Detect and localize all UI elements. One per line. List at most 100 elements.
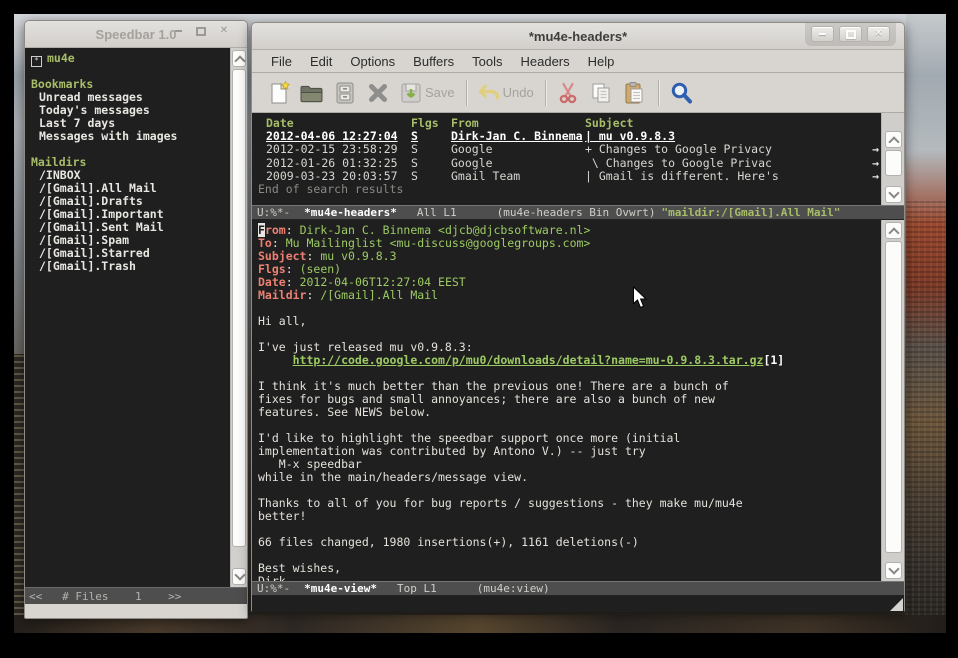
copy-button[interactable] (588, 80, 614, 106)
menu-tools[interactable]: Tools (463, 52, 511, 71)
menu-bar: FileEditOptionsBuffersToolsHeadersHelp (252, 50, 904, 73)
modeline-buffer-name: *mu4e-headers* (304, 206, 397, 219)
speedbar-scroll-thumb[interactable] (232, 69, 246, 547)
undo-button[interactable]: Undo (476, 80, 534, 106)
speedbar-minimize-button[interactable] (169, 24, 187, 38)
toolbar-separator (658, 80, 659, 106)
blank-line (258, 549, 881, 562)
minimize-button[interactable] (811, 26, 834, 42)
toolbar-separator (466, 80, 467, 106)
wallpaper-buildings-right (906, 14, 946, 633)
menu-help[interactable]: Help (579, 52, 624, 71)
body-line: better! (258, 510, 881, 523)
main-titlebar[interactable]: *mu4e-headers* ✕ (252, 23, 904, 50)
view-scroll-thumb[interactable] (885, 241, 902, 553)
toolbar-separator (545, 80, 546, 106)
scroll-up-icon[interactable] (232, 50, 246, 67)
download-link[interactable]: http://code.google.com/p/mu0/downloads/d… (293, 353, 764, 367)
header-row[interactable]: 2009-03-23 20:03:57SGmail Team| Gmail is… (252, 170, 881, 183)
message-view: From: Dirk-Jan C. Binnema <djcb@djcbsoft… (252, 220, 881, 581)
column-from[interactable]: From (451, 117, 585, 130)
headers-column-row: Date Flgs From Subject (252, 117, 881, 130)
menu-headers[interactable]: Headers (511, 52, 578, 71)
scroll-down-icon[interactable] (232, 568, 246, 585)
message-field-subject: Subject: mu v0.9.8.3 (258, 250, 881, 263)
menu-edit[interactable]: Edit (301, 52, 341, 71)
modeline-modes: (mu4e:view) (477, 582, 550, 595)
body-line: Dirk. (258, 575, 881, 581)
headers-pane: Date Flgs From Subject 2012-04-06 12:27:… (252, 113, 881, 205)
undo-icon (476, 80, 502, 106)
modeline-flags: U:%*- (257, 206, 290, 219)
scroll-up-icon[interactable] (885, 131, 902, 148)
body-line: 66 files changed, 1980 insertions(+), 11… (258, 536, 881, 549)
speedbar-item[interactable]: Messages with images (31, 130, 230, 143)
modeline-modes: (mu4e-headers Bin Ovwrt) (497, 206, 656, 219)
echo-area (252, 596, 904, 612)
speedbar-root-item[interactable]: *mu4e (31, 52, 230, 65)
speedbar-close-button[interactable]: ✕ (215, 24, 233, 38)
body-line: Thanks to all of you for bug reports / s… (258, 497, 881, 510)
speedbar-window: Speedbar 1.0 ✕ *mu4e BookmarksUnread mes… (24, 20, 248, 619)
column-flgs[interactable]: Flgs (411, 117, 451, 130)
modeline-position: All L1 (417, 206, 457, 219)
desktop: Speedbar 1.0 ✕ *mu4e BookmarksUnread mes… (0, 0, 958, 658)
modeline-query: "maildir:/[Gmail].All Mail" (662, 206, 841, 219)
speedbar-titlebar[interactable]: Speedbar 1.0 ✕ (25, 21, 247, 48)
menu-options[interactable]: Options (341, 52, 404, 71)
main-window-title: *mu4e-headers* (529, 29, 627, 44)
headers-footer: End of search results (252, 183, 881, 196)
speedbar-resize-grip[interactable] (233, 604, 246, 617)
file-cabinet-icon (332, 80, 358, 106)
save-icon (398, 80, 424, 106)
header-row[interactable]: 2012-01-26 01:32:25SGoogle \ Changes to … (252, 157, 881, 170)
speedbar-scrollbar[interactable] (230, 48, 247, 587)
column-date[interactable]: Date (266, 117, 411, 130)
truncation-arrow-icon: → (872, 157, 881, 170)
copy-icon (588, 80, 614, 106)
column-subject[interactable]: Subject (585, 117, 881, 130)
menu-buffers[interactable]: Buffers (404, 52, 463, 71)
window-resize-grip[interactable] (890, 598, 903, 611)
scroll-up-icon[interactable] (885, 222, 902, 239)
body-line: Best wishes, (258, 562, 881, 575)
speedbar-item[interactable]: /[Gmail].Trash (31, 260, 230, 273)
body-link-line: http://code.google.com/p/mu0/downloads/d… (258, 354, 881, 367)
speedbar-maximize-button[interactable] (192, 24, 210, 38)
body-line: while in the main/headers/message view. (258, 471, 881, 484)
delete-icon (365, 80, 391, 106)
modeline-position: Top L1 (397, 582, 437, 595)
scroll-down-icon[interactable] (885, 562, 902, 579)
modeline-flags: U:%*- (257, 582, 290, 595)
menu-file[interactable]: File (262, 52, 301, 71)
headers-scrollbar[interactable] (881, 113, 904, 205)
blank-line (258, 302, 881, 315)
paste-icon (621, 80, 647, 106)
close-buffer-button[interactable] (365, 80, 391, 106)
toolbar: Save Undo (252, 73, 904, 113)
undo-label: Undo (503, 85, 534, 100)
view-scrollbar[interactable] (881, 220, 904, 581)
new-document-button[interactable] (266, 80, 292, 106)
open-file-button[interactable] (299, 80, 325, 106)
truncation-arrow-icon: → (872, 170, 881, 183)
mu4e-headers-window: *mu4e-headers* ✕ FileEditOptionsBuffersT… (251, 22, 905, 612)
header-row[interactable]: 2012-02-15 23:58:29SGoogle+ Changes to G… (252, 143, 881, 156)
search-button[interactable] (668, 80, 694, 106)
body-line: features. See NEWS below. (258, 406, 881, 419)
save-label: Save (425, 85, 455, 100)
headers-scroll-thumb[interactable] (885, 150, 902, 176)
header-row[interactable]: 2012-04-06 12:27:04SDirk-Jan C. Binnema|… (252, 130, 881, 143)
header-rows: 2012-04-06 12:27:04SDirk-Jan C. Binnema|… (252, 130, 881, 183)
message-field-maildir: Maildir: /[Gmail].All Mail (258, 289, 881, 302)
close-button[interactable]: ✕ (867, 26, 890, 42)
mouse-pointer (632, 286, 649, 309)
maximize-button[interactable] (839, 26, 862, 42)
save-button[interactable]: Save (398, 80, 455, 106)
scroll-down-icon[interactable] (885, 186, 902, 203)
cut-button[interactable] (555, 80, 581, 106)
paste-button[interactable] (621, 80, 647, 106)
dired-button[interactable] (332, 80, 358, 106)
cut-icon (555, 80, 581, 106)
search-icon (668, 80, 694, 106)
